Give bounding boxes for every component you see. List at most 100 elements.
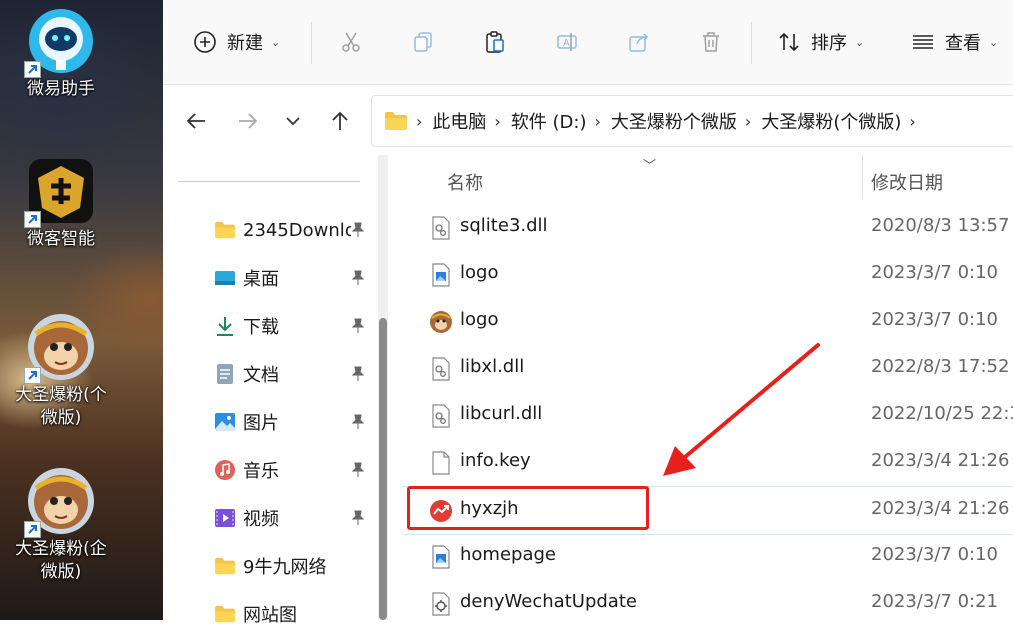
file-date: 2023/3/7 0:10 xyxy=(871,262,998,283)
navigation-pane: 2345Downloads 桌面 下载 文档 图片 音乐 xyxy=(163,155,388,626)
nav-item-downloads[interactable]: 下载 xyxy=(213,307,383,345)
breadcrumb-drive-d[interactable]: 软件 (D:) xyxy=(511,108,587,134)
file-row[interactable]: info.key 2023/3/4 21:26 xyxy=(403,439,1013,486)
breadcrumb-folder[interactable]: 大圣爆粉个微版 xyxy=(611,108,737,134)
folder-icon xyxy=(213,554,237,578)
file-row[interactable]: logo 2023/3/7 0:10 xyxy=(403,298,1013,345)
nav-item-label: 文档 xyxy=(243,365,279,386)
breadcrumb-separator-icon: › xyxy=(594,111,601,131)
nav-item-label: 音乐 xyxy=(243,461,279,482)
file-list: ﹀ 名称 修改日期 sqlite3.dll 2020/8/3 13:57 log… xyxy=(403,155,1013,620)
desktop-icon-weiyi[interactable]: 微易助手 xyxy=(0,6,122,101)
nav-item-music[interactable]: 音乐 xyxy=(213,451,383,489)
up-button[interactable] xyxy=(325,106,355,136)
desktop-icon-label: 大圣爆粉(企 微版) xyxy=(15,539,107,582)
nav-item-website-images[interactable]: 网站图 xyxy=(213,595,383,633)
arrow-up-icon xyxy=(332,111,348,130)
file-name: libcurl.dll xyxy=(460,403,543,424)
file-date: 2020/8/3 13:57 xyxy=(871,215,1010,236)
sort-button[interactable]: 排序 ⌄ xyxy=(775,24,864,60)
column-divider[interactable] xyxy=(862,155,863,199)
nav-item-desktop[interactable]: 桌面 xyxy=(213,259,383,297)
delete-button[interactable] xyxy=(697,24,725,60)
chevron-down-icon: ⌄ xyxy=(989,35,999,49)
file-row[interactable]: sqlite3.dll 2020/8/3 13:57 xyxy=(403,204,1013,251)
paste-button[interactable] xyxy=(481,24,509,60)
view-lines-icon xyxy=(909,28,937,56)
desktop-icon-dasheng-enterprise[interactable]: 大圣爆粉(企 微版) xyxy=(0,466,122,584)
nav-item-pictures[interactable]: 图片 xyxy=(213,403,383,441)
monkey-ico-icon xyxy=(430,311,452,333)
breadcrumb-this-pc[interactable]: 此电脑 xyxy=(432,108,486,134)
share-button[interactable] xyxy=(625,24,653,60)
desktop-icon-label: 微易助手 xyxy=(27,79,95,99)
robot-app-icon xyxy=(24,6,96,78)
file-name: sqlite3.dll xyxy=(460,215,548,236)
toolbar-divider xyxy=(751,22,752,64)
folder-icon xyxy=(384,111,408,131)
videos-icon xyxy=(213,506,237,530)
file-date: 2023/3/4 21:26 xyxy=(871,450,1010,471)
command-bar: 新建 ⌄ A 排序 ⌄ 查看 ⌄ xyxy=(163,0,1013,85)
nav-item-label: 9牛九网络 xyxy=(243,557,327,578)
address-bar[interactable]: › 此电脑 › 软件 (D:) › 大圣爆粉个微版 › 大圣爆粉(个微版) › xyxy=(371,95,1013,147)
nav-item-documents[interactable]: 文档 xyxy=(213,355,383,393)
column-header-modified[interactable]: 修改日期 xyxy=(871,169,943,195)
new-button[interactable]: 新建 ⌄ xyxy=(191,24,280,60)
dll-icon xyxy=(432,404,450,428)
file-name: denyWechatUpdate xyxy=(460,591,637,612)
rename-icon: A xyxy=(553,28,581,56)
image-file-icon xyxy=(432,545,450,569)
file-date: 2023/3/4 21:26 xyxy=(871,498,1010,519)
forward-button[interactable] xyxy=(233,106,263,136)
documents-icon xyxy=(213,362,237,386)
cut-button[interactable] xyxy=(337,24,365,60)
paste-icon xyxy=(481,28,509,56)
nav-item-label: 网站图 xyxy=(243,605,297,626)
nav-item-label: 图片 xyxy=(243,413,279,434)
nav-scrollbar-thumb[interactable] xyxy=(379,318,387,620)
sort-icon xyxy=(775,28,803,56)
copy-button[interactable] xyxy=(409,24,437,60)
file-row[interactable]: libcurl.dll 2022/10/25 22:3 xyxy=(403,392,1013,439)
sort-indicator-icon: ﹀ xyxy=(643,159,657,174)
pin-icon xyxy=(351,414,365,429)
file-row[interactable]: logo 2023/3/7 0:10 xyxy=(403,251,1013,298)
cut-icon xyxy=(337,28,365,56)
rename-button[interactable]: A xyxy=(553,24,581,60)
file-explorer-window: 新建 ⌄ A 排序 ⌄ 查看 ⌄ › 此电脑 › 软件 (D:) › 大圣爆粉个… xyxy=(163,0,1013,626)
nav-item-label: 桌面 xyxy=(243,269,279,290)
file-row[interactable]: homepage 2023/3/7 0:10 xyxy=(403,533,1013,580)
desktop-icon-label: 微客智能 xyxy=(27,229,95,249)
desktop-icon-weike[interactable]: 微客智能 xyxy=(0,156,122,251)
nav-item-9niu[interactable]: 9牛九网络 xyxy=(213,547,383,585)
back-button[interactable] xyxy=(181,106,211,136)
nav-item-2345downloads[interactable]: 2345Downloads xyxy=(213,211,383,249)
desktop-icon-dasheng-personal[interactable]: 大圣爆粉(个 微版) xyxy=(0,312,122,430)
file-row[interactable]: libxl.dll 2022/8/3 17:52 xyxy=(403,345,1013,392)
delete-icon xyxy=(697,28,725,56)
breadcrumb-separator-icon: › xyxy=(744,111,752,131)
chevron-down-icon: ⌄ xyxy=(271,35,281,49)
monkey-app-icon xyxy=(24,466,96,538)
file-name: info.key xyxy=(460,450,531,471)
desktop-icon xyxy=(213,266,237,290)
recent-locations-button[interactable] xyxy=(278,106,308,136)
copy-icon xyxy=(409,28,437,56)
file-date: 2022/10/25 22:3 xyxy=(871,403,1013,424)
column-header-name[interactable]: 名称 xyxy=(447,169,483,195)
gold-emblem-app-icon xyxy=(24,156,96,228)
blank-file-icon xyxy=(432,451,450,475)
breadcrumb-current-folder[interactable]: 大圣爆粉(个微版) xyxy=(761,108,901,134)
breadcrumb-separator-icon: › xyxy=(416,111,423,131)
settings-file-icon xyxy=(432,592,450,616)
shortcut-arrow-icon xyxy=(24,61,41,78)
view-button[interactable]: 查看 ⌄ xyxy=(909,24,998,60)
desktop-icon-label: 大圣爆粉(个 微版) xyxy=(15,385,107,428)
file-date: 2023/3/7 0:21 xyxy=(871,591,998,612)
shortcut-arrow-icon xyxy=(24,367,41,384)
monkey-app-icon xyxy=(24,312,96,384)
nav-item-videos[interactable]: 视频 xyxy=(213,499,383,537)
pin-icon xyxy=(351,270,365,285)
file-name: libxl.dll xyxy=(460,356,525,377)
